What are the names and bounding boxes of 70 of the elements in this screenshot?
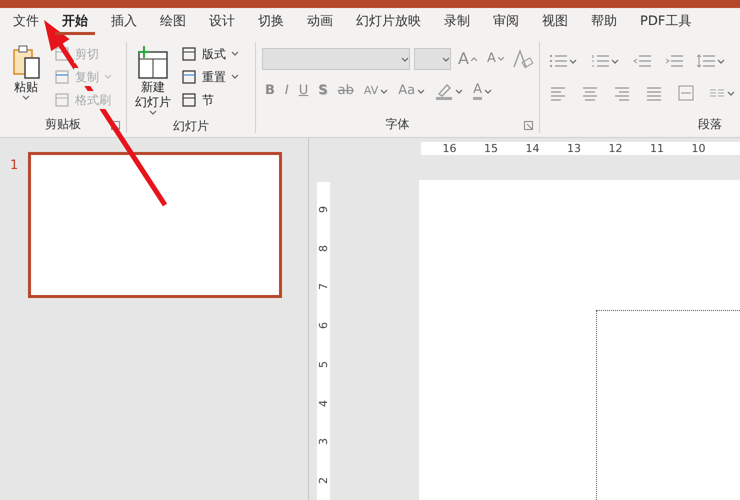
new-slide-icon xyxy=(135,44,171,80)
ruler-number: 14 xyxy=(524,143,540,154)
caret-icon xyxy=(149,110,157,115)
tool-icon xyxy=(181,68,197,84)
ruler-number: 9 xyxy=(318,206,329,213)
ribbon-tab[interactable]: 插入 xyxy=(104,11,144,35)
new-slide-button[interactable]: 新建 幻灯片 xyxy=(133,42,173,117)
ruler-number: 12 xyxy=(608,143,624,154)
line-spacing-icon xyxy=(696,52,715,70)
tool-icon xyxy=(54,92,70,108)
bullet-list-icon xyxy=(548,52,567,70)
caret-icon xyxy=(726,90,735,96)
ribbon-tab[interactable]: 绘图 xyxy=(153,11,193,35)
caret-icon xyxy=(380,88,388,94)
dialog-launcher-icon xyxy=(524,121,533,130)
font-size-field[interactable] xyxy=(414,48,451,70)
ruler-number: 7 xyxy=(318,283,329,290)
clear-formatting-icon xyxy=(510,49,533,69)
ruler-number: 13 xyxy=(566,143,582,154)
ruler-number: 15 xyxy=(483,143,499,154)
slide-thumbnail[interactable] xyxy=(28,152,282,298)
group-label: 段落 xyxy=(698,117,722,131)
ruler-number: 8 xyxy=(318,244,329,252)
caret-icon xyxy=(231,74,239,79)
ruler-number: 16 xyxy=(442,143,458,154)
caret-icon xyxy=(498,57,504,61)
ribbon-button[interactable]: 版式 xyxy=(179,42,249,65)
caret-icon xyxy=(716,58,725,64)
ruler-number: 3 xyxy=(318,438,329,446)
caret-icon xyxy=(417,88,426,94)
highlighter-icon xyxy=(435,82,454,100)
ribbon-tab[interactable]: 帮助 xyxy=(584,11,624,35)
ribbon-tab[interactable]: 动画 xyxy=(300,11,340,35)
ruler-number: 5 xyxy=(318,360,329,368)
caret-icon xyxy=(442,56,450,62)
caret-icon xyxy=(484,88,492,94)
ribbon-tab[interactable]: 幻灯片放映 xyxy=(349,11,428,35)
ribbon-button[interactable]: 节 xyxy=(179,88,249,111)
font-name-field[interactable] xyxy=(262,48,410,70)
ribbon-tab[interactable]: 设计 xyxy=(202,11,242,35)
ruler-number: 4 xyxy=(318,400,329,407)
columns-icon xyxy=(708,88,725,98)
caret-up-icon xyxy=(470,57,477,61)
group-label: 幻灯片 xyxy=(173,119,209,133)
tool-icon xyxy=(181,92,197,108)
caret-icon xyxy=(455,88,464,94)
caret-icon xyxy=(568,58,577,64)
ruler-number: 11 xyxy=(649,143,665,154)
tool-icon xyxy=(181,46,197,62)
ribbon-tab[interactable]: 录制 xyxy=(437,11,477,35)
caret-icon xyxy=(22,95,30,100)
caret-icon xyxy=(231,51,239,56)
ribbon-tab[interactable]: 文件 xyxy=(6,11,46,35)
ruler-number: 6 xyxy=(318,322,329,330)
group-label: 剪贴板 xyxy=(45,117,81,131)
paste-button[interactable]: 粘贴 xyxy=(6,42,46,115)
group-label: 字体 xyxy=(385,117,410,131)
ribbon-tab[interactable]: PDF工具 xyxy=(633,11,698,35)
caret-icon xyxy=(401,56,409,62)
caret-icon xyxy=(104,74,112,79)
ribbon-button[interactable]: 重置 xyxy=(179,65,249,88)
ruler-number: 10 xyxy=(690,143,706,154)
ruler-number: 2 xyxy=(318,477,329,484)
ribbon-tab[interactable]: 视图 xyxy=(535,11,575,35)
ribbon-tab[interactable]: 审阅 xyxy=(486,11,526,35)
distributed-icon xyxy=(676,84,695,102)
caret-icon xyxy=(610,58,619,64)
slide-number: 1 xyxy=(10,157,18,175)
tool-icon xyxy=(54,68,70,84)
ribbon-tab[interactable]: 切换 xyxy=(251,11,291,35)
